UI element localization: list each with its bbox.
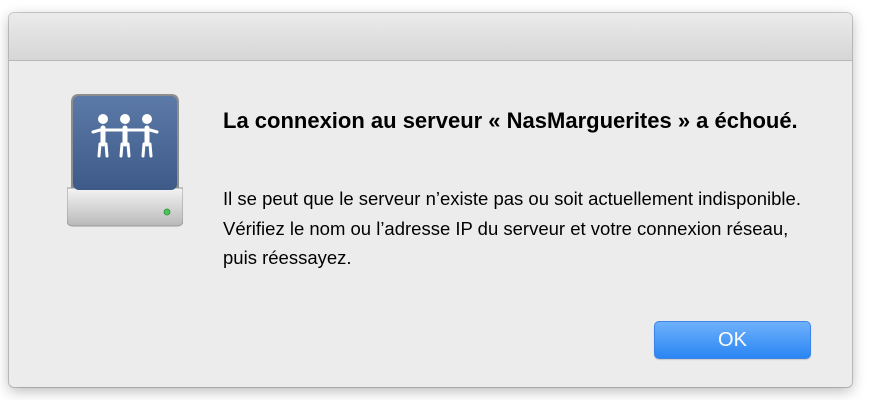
error-dialog: La connexion au serveur « NasMarguerites… — [9, 13, 852, 387]
dialog-message: Il se peut que le serveur n’existe pas o… — [223, 188, 801, 268]
dialog-title: La connexion au serveur « NasMarguerites… — [223, 108, 798, 133]
ok-button[interactable]: OK — [654, 321, 811, 359]
shared-server-icon — [67, 94, 183, 227]
dialog-content: La connexion au serveur « NasMarguerites… — [9, 61, 852, 387]
title-bar[interactable] — [9, 13, 852, 61]
